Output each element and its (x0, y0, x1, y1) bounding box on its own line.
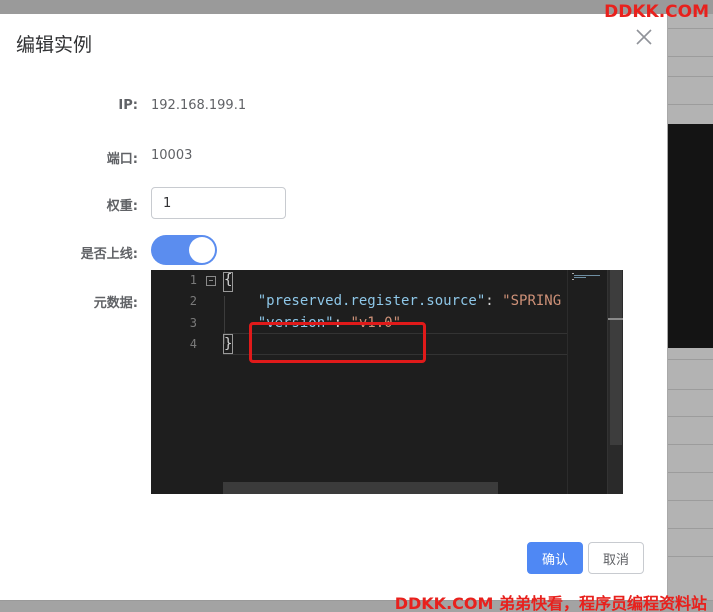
dialog-title: 编辑实例 (16, 34, 93, 56)
code-line-2: "preserved.register.source": "SPRING (224, 293, 561, 309)
code-brace-open: { (224, 272, 233, 288)
code-line-1: { (224, 272, 232, 288)
background-right-panel (668, 14, 713, 612)
code-key: "preserved.register.source" (257, 293, 486, 309)
code-separator: : (485, 293, 503, 309)
cancel-button[interactable]: 取消 (588, 542, 644, 574)
watermark-top: DDKK.COM (604, 2, 709, 22)
confirm-button[interactable]: 确认 (527, 542, 583, 574)
watermark-bottom: DDKK.COM 弟弟快看，程序员编程资料站 (394, 594, 707, 612)
code-line-4: } (224, 336, 232, 352)
line-number: 3 (189, 316, 197, 330)
close-button[interactable] (633, 26, 655, 48)
port-label: 端口: (106, 152, 138, 167)
editor-vertical-scrollbar[interactable] (607, 270, 623, 494)
ip-label: IP: (118, 98, 138, 113)
online-label: 是否上线: (80, 247, 138, 262)
code-value: "SPRING (502, 293, 562, 309)
line-number: 4 (189, 337, 197, 351)
scrollbar-marker (608, 318, 623, 320)
editor-horizontal-scrollbar[interactable] (223, 482, 498, 494)
fold-toggle-icon[interactable] (206, 276, 216, 286)
editor-gutter: 1 2 3 4 (151, 270, 221, 494)
weight-input[interactable] (151, 187, 286, 219)
editor-minimap[interactable] (567, 270, 607, 494)
close-icon (636, 29, 652, 45)
background-dark-block (668, 124, 713, 348)
toggle-knob (189, 237, 215, 263)
online-toggle-switch[interactable] (151, 235, 217, 265)
code-brace-close: } (224, 336, 233, 352)
weight-label: 权重: (106, 199, 138, 214)
ip-value: 192.168.199.1 (151, 98, 247, 113)
scrollbar-thumb[interactable] (610, 270, 622, 445)
metadata-label: 元数据: (93, 296, 138, 311)
annotation-highlight-box (249, 322, 426, 363)
line-number: 1 (189, 273, 197, 287)
port-value: 10003 (151, 148, 193, 163)
line-number: 2 (189, 294, 197, 308)
metadata-code-editor[interactable]: 1 2 3 4 { "preserved.register.source": "… (151, 270, 623, 494)
